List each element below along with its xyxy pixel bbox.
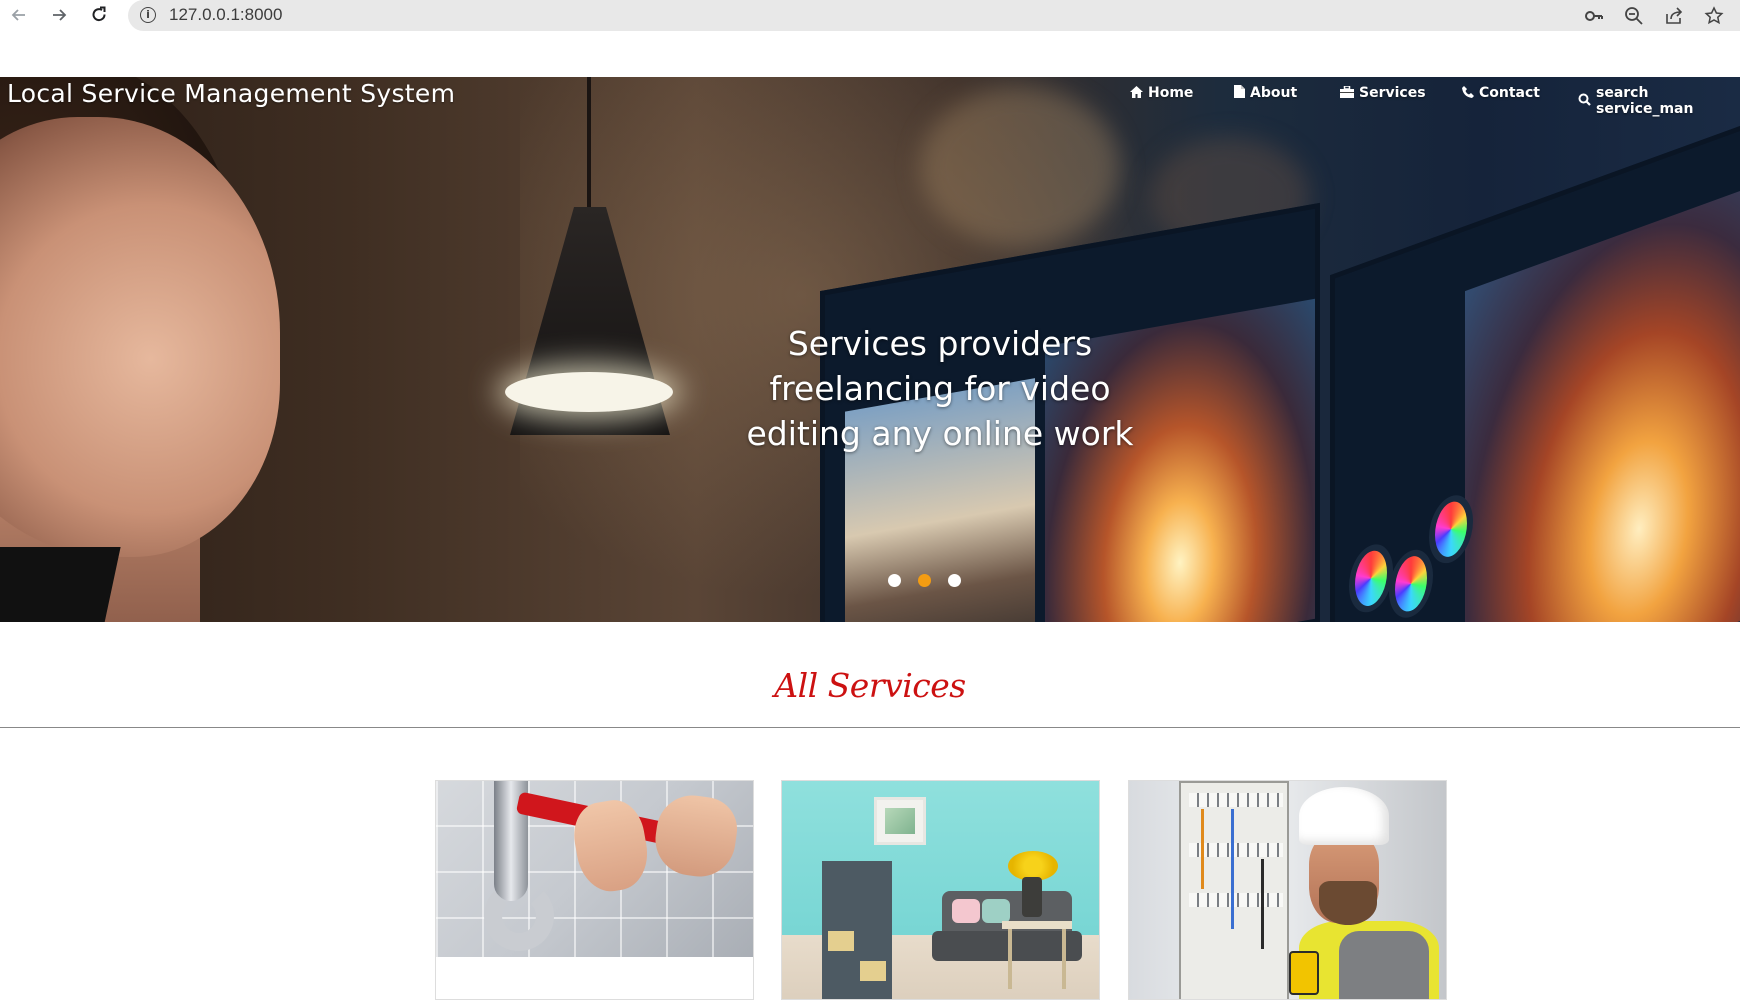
lamp-light <box>505 372 673 412</box>
nav-services-label: Services <box>1359 85 1426 101</box>
electrician-beard <box>1319 881 1377 925</box>
briefcase-icon <box>1340 84 1354 101</box>
browser-toolbar: i 127.0.0.1:8000 <box>0 0 1740 31</box>
nav-contact-label: Contact <box>1479 85 1540 101</box>
carousel-dot-3[interactable] <box>948 574 961 587</box>
color-wheel-icon <box>1349 537 1393 620</box>
vase <box>1022 877 1042 917</box>
shelf-box <box>828 931 854 951</box>
hero-carousel: Services providers freelancing for video… <box>0 77 1740 622</box>
wire <box>1231 809 1234 929</box>
chrome-pipe-trap <box>484 881 554 951</box>
section-divider <box>0 727 1740 728</box>
wire <box>1201 809 1204 889</box>
table-leg <box>1062 929 1066 989</box>
sofa-seat <box>932 931 1082 961</box>
zoom-out-icon[interactable] <box>1622 4 1646 28</box>
carousel-indicators <box>888 574 961 587</box>
search-icon <box>1578 93 1591 109</box>
nav-contact[interactable]: Contact <box>1462 85 1540 101</box>
monitor-right <box>1330 118 1740 622</box>
grey-shirt <box>1339 931 1429 999</box>
hero-caption: Services providers freelancing for video… <box>740 321 1140 456</box>
breaker-row <box>1189 893 1283 907</box>
phone-icon <box>1462 85 1474 101</box>
hard-hat <box>1299 787 1389 845</box>
wall-frame <box>874 797 926 845</box>
wire <box>1261 859 1264 949</box>
shelf-box <box>860 961 886 981</box>
nav-about-label: About <box>1250 85 1298 101</box>
service-card-image[interactable] <box>782 781 1099 999</box>
carousel-dot-1[interactable] <box>888 574 901 587</box>
key-icon[interactable] <box>1582 4 1606 28</box>
forward-arrow-icon[interactable] <box>46 2 72 28</box>
hero-bokeh <box>920 87 1120 247</box>
section-title: All Services <box>774 666 966 705</box>
pillow <box>982 899 1010 923</box>
side-table <box>1002 921 1072 929</box>
main-nav: Home About Services Contact search servi… <box>0 84 1740 117</box>
pillow <box>952 899 980 923</box>
back-arrow-icon[interactable] <box>6 2 32 28</box>
table-leg <box>1008 929 1012 989</box>
woman-face <box>0 117 280 557</box>
service-card-electrician[interactable] <box>1128 780 1447 1000</box>
service-card-image[interactable] <box>436 781 753 957</box>
nav-search-service-man[interactable]: search service_man <box>1578 85 1740 117</box>
home-icon <box>1130 85 1143 101</box>
reload-icon[interactable] <box>86 2 112 28</box>
nav-about[interactable]: About <box>1234 85 1297 101</box>
file-icon <box>1234 85 1245 101</box>
hero-caption-line: Services providers <box>787 324 1093 363</box>
hero-caption-line: freelancing for video <box>769 369 1111 408</box>
multimeter <box>1289 951 1319 995</box>
woman-shirt <box>0 547 121 622</box>
electrical-panel <box>1179 781 1289 999</box>
nav-services[interactable]: Services <box>1340 84 1426 101</box>
service-card-plumbing[interactable] <box>435 780 754 1000</box>
breaker-row <box>1189 793 1283 807</box>
color-wheel-icon <box>1389 542 1433 622</box>
nav-home[interactable]: Home <box>1130 85 1193 101</box>
site-info-icon[interactable]: i <box>140 7 156 23</box>
service-card-image[interactable] <box>1129 781 1446 999</box>
carousel-dot-2[interactable] <box>918 574 931 587</box>
nav-search-label: search service_man <box>1596 85 1694 117</box>
hero-caption-line: editing any online work <box>746 414 1134 453</box>
address-bar[interactable]: i 127.0.0.1:8000 <box>128 0 1740 31</box>
url-text[interactable]: 127.0.0.1:8000 <box>169 5 282 25</box>
frame-picture <box>885 808 915 834</box>
service-card-interior[interactable] <box>781 780 1100 1000</box>
bookmark-star-icon[interactable] <box>1702 4 1726 28</box>
monitor-video-frame <box>1465 185 1740 622</box>
share-icon[interactable] <box>1662 4 1686 28</box>
nav-home-label: Home <box>1148 85 1194 101</box>
